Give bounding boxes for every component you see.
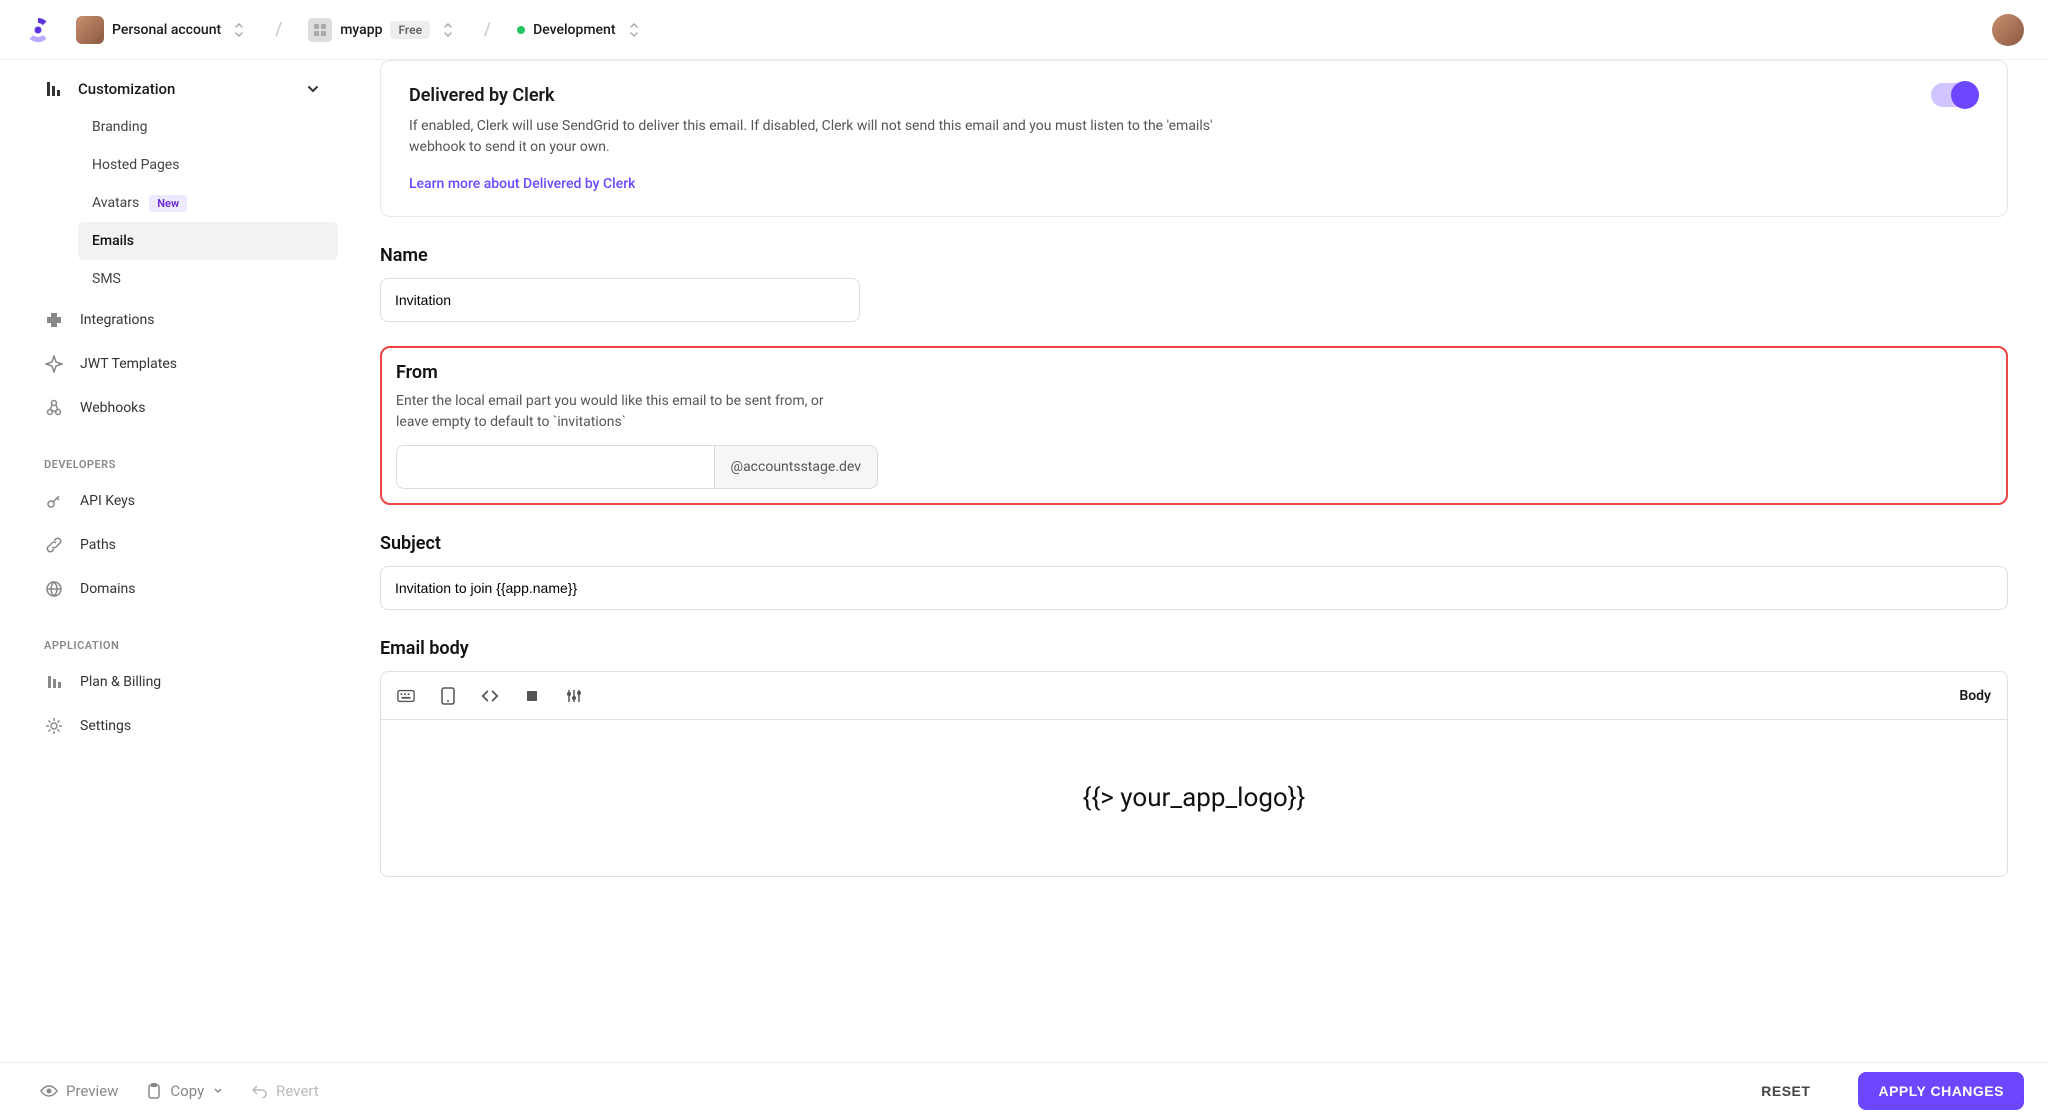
gear-icon bbox=[44, 716, 64, 736]
section-developers: DEVELOPERS bbox=[30, 430, 340, 479]
editor-mode-label[interactable]: Body bbox=[1959, 688, 1991, 704]
reset-button[interactable]: RESET bbox=[1761, 1083, 1810, 1099]
from-domain-suffix: @accountsstage.dev bbox=[715, 445, 879, 489]
sliders-icon[interactable] bbox=[565, 687, 583, 705]
sidebar: Customization Branding Hosted Pages Avat… bbox=[0, 60, 340, 1062]
app-name: myapp bbox=[340, 22, 382, 38]
revert-button[interactable]: Revert bbox=[252, 1082, 319, 1100]
customization-icon bbox=[44, 80, 62, 98]
from-input[interactable] bbox=[396, 445, 715, 489]
keyboard-icon[interactable] bbox=[397, 687, 415, 705]
section-application: APPLICATION bbox=[30, 611, 340, 660]
editor-canvas[interactable]: {{> your_app_logo}} bbox=[381, 720, 2007, 876]
topbar: Personal account / myapp Free / Developm… bbox=[0, 0, 2048, 60]
template-placeholder: {{> your_app_logo}} bbox=[1083, 783, 1306, 813]
main-content: Delivered by Clerk If enabled, Clerk wil… bbox=[340, 60, 2048, 1062]
status-dot-icon bbox=[517, 26, 525, 34]
learn-more-link[interactable]: Learn more about Delivered by Clerk bbox=[409, 176, 635, 192]
sidebar-item-branding[interactable]: Branding bbox=[78, 108, 338, 146]
sidebar-item-hosted-pages[interactable]: Hosted Pages bbox=[78, 146, 338, 184]
tablet-icon[interactable] bbox=[439, 687, 457, 705]
breadcrumb-separator: / bbox=[275, 19, 282, 40]
stop-icon[interactable] bbox=[523, 687, 541, 705]
eye-icon bbox=[40, 1082, 58, 1100]
account-switcher[interactable]: Personal account bbox=[76, 16, 249, 44]
link-icon bbox=[44, 535, 64, 555]
user-avatar[interactable] bbox=[1992, 14, 2024, 46]
body-section: Email body Body {{> your_app_logo}} bbox=[380, 638, 2008, 877]
new-badge: New bbox=[149, 195, 187, 212]
delivered-by-clerk-card: Delivered by Clerk If enabled, Clerk wil… bbox=[380, 60, 2008, 217]
subject-input[interactable] bbox=[380, 566, 2008, 610]
undo-icon bbox=[252, 1084, 268, 1098]
chevron-down-icon bbox=[306, 82, 320, 96]
webhook-icon bbox=[44, 398, 64, 418]
card-title: Delivered by Clerk bbox=[409, 85, 1979, 106]
sparkle-icon bbox=[44, 354, 64, 374]
customization-label: Customization bbox=[78, 80, 175, 98]
code-icon[interactable] bbox=[481, 687, 499, 705]
sidebar-item-paths[interactable]: Paths bbox=[30, 523, 290, 567]
sidebar-item-avatars[interactable]: Avatars New bbox=[78, 184, 338, 222]
from-label: From bbox=[396, 362, 1992, 383]
clerk-logo-icon[interactable] bbox=[24, 16, 52, 44]
app-switcher[interactable]: myapp Free bbox=[308, 18, 458, 42]
app-icon bbox=[308, 18, 332, 42]
puzzle-icon bbox=[44, 310, 64, 330]
environment-switcher[interactable]: Development bbox=[517, 22, 643, 38]
email-editor: Body {{> your_app_logo}} bbox=[380, 671, 2008, 877]
body-label: Email body bbox=[380, 638, 2008, 659]
sidebar-item-jwt-templates[interactable]: JWT Templates bbox=[30, 342, 290, 386]
sidebar-item-api-keys[interactable]: API Keys bbox=[30, 479, 290, 523]
from-section: From Enter the local email part you woul… bbox=[380, 346, 2008, 505]
sidebar-item-customization[interactable]: Customization bbox=[30, 70, 340, 108]
selector-chevron-icon[interactable] bbox=[438, 22, 458, 38]
editor-toolbar: Body bbox=[381, 672, 2007, 720]
selector-chevron-icon[interactable] bbox=[229, 22, 249, 38]
breadcrumb-separator: / bbox=[484, 19, 491, 40]
copy-button[interactable]: Copy bbox=[146, 1082, 224, 1100]
sidebar-item-settings[interactable]: Settings bbox=[30, 704, 290, 748]
key-icon bbox=[44, 491, 64, 511]
avatar-icon bbox=[76, 16, 104, 44]
clipboard-icon bbox=[146, 1082, 162, 1100]
apply-changes-button[interactable]: APPLY CHANGES bbox=[1858, 1072, 2024, 1110]
sidebar-item-plan-billing[interactable]: Plan & Billing bbox=[30, 660, 290, 704]
subject-section: Subject bbox=[380, 533, 2008, 610]
breadcrumb: Personal account / myapp Free / Developm… bbox=[76, 16, 644, 44]
chevron-down-icon bbox=[212, 1085, 224, 1097]
sidebar-item-webhooks[interactable]: Webhooks bbox=[30, 386, 290, 430]
from-help: Enter the local email part you would lik… bbox=[396, 391, 856, 433]
name-section: Name bbox=[380, 245, 2008, 322]
globe-icon bbox=[44, 579, 64, 599]
plan-badge: Free bbox=[390, 21, 430, 39]
sidebar-item-integrations[interactable]: Integrations bbox=[30, 298, 290, 342]
preview-button[interactable]: Preview bbox=[40, 1082, 118, 1100]
subject-label: Subject bbox=[380, 533, 2008, 554]
card-description: If enabled, Clerk will use SendGrid to d… bbox=[409, 116, 1249, 158]
delivered-toggle[interactable] bbox=[1931, 83, 1979, 107]
sidebar-item-domains[interactable]: Domains bbox=[30, 567, 290, 611]
footer-bar: Preview Copy Revert RESET APPLY CHANGES bbox=[0, 1062, 2048, 1118]
sidebar-item-emails[interactable]: Emails bbox=[78, 222, 338, 260]
selector-chevron-icon[interactable] bbox=[624, 22, 644, 38]
account-label: Personal account bbox=[112, 22, 221, 38]
sidebar-item-sms[interactable]: SMS bbox=[78, 260, 338, 298]
name-label: Name bbox=[380, 245, 2008, 266]
environment-label: Development bbox=[533, 22, 615, 38]
billing-icon bbox=[44, 672, 64, 692]
name-input[interactable] bbox=[380, 278, 860, 322]
